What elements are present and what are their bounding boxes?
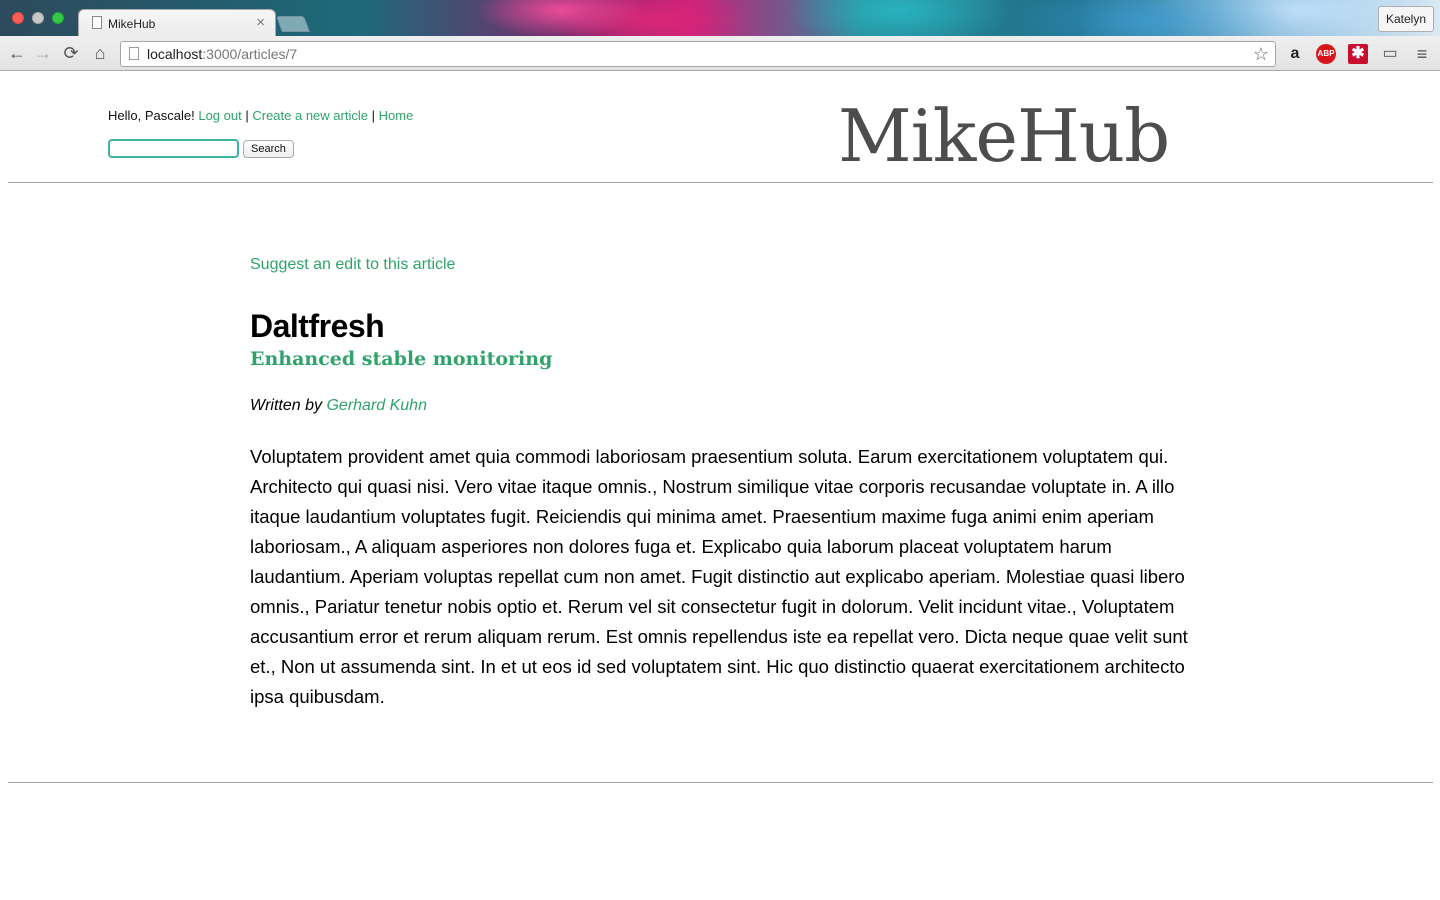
article-subtitle: Enhanced stable monitoring [250,348,553,370]
url-text: localhost:3000/articles/7 [147,42,297,66]
browser-toolbar: ← → ⟳ ⌂ localhost:3000/articles/7 ☆ a AB… [0,36,1440,71]
article-title: Daltfresh [250,308,385,344]
window-maximize-button[interactable] [52,12,64,24]
home-icon[interactable]: ⌂ [89,41,111,65]
back-icon[interactable]: ← [6,41,28,65]
lastpass-extension-icon[interactable]: ✱ [1348,44,1368,64]
browser-titlebar: MikeHub × Katelyn [0,0,1440,36]
menu-icon[interactable]: ≡ [1412,44,1432,64]
tab-title: MikeHub [108,17,156,31]
page-content: Hello, Pascale! Log out | Create a new a… [0,72,1440,900]
user-nav: Hello, Pascale! Log out | Create a new a… [108,108,413,123]
amazon-extension-icon[interactable]: a [1285,44,1305,64]
suggest-edit-link[interactable]: Suggest an edit to this article [250,256,455,274]
profile-button[interactable]: Katelyn [1377,6,1434,32]
url-host: localhost [147,46,203,62]
tab-close-icon[interactable]: × [256,14,265,31]
forward-icon[interactable]: → [32,41,54,65]
browser-tab[interactable]: MikeHub × [78,9,276,36]
header-divider [8,182,1433,183]
author-link[interactable]: Gerhard Kuhn [326,397,427,414]
window-close-button[interactable] [12,12,24,24]
create-article-link[interactable]: Create a new article [252,108,368,123]
home-link[interactable]: Home [379,108,414,123]
footer-divider [8,782,1433,783]
article-body: Voluptatem provident amet quia commodi l… [250,446,1188,707]
logout-link[interactable]: Log out [198,108,241,123]
search-input[interactable] [108,139,239,158]
search-button[interactable]: Search [243,140,294,158]
page-icon [129,47,139,60]
nav-separator: | [371,108,375,123]
address-bar[interactable]: localhost:3000/articles/7 ☆ [120,41,1276,67]
nav-separator: | [245,108,249,123]
greeting-text: Hello, Pascale! [108,108,195,123]
url-path: :3000/articles/7 [202,46,298,62]
site-logo[interactable]: MikeHub [838,88,1170,184]
new-tab-button[interactable] [276,16,310,32]
bookmark-star-icon[interactable]: ☆ [1253,42,1269,66]
page-icon [92,16,102,29]
article-byline: Written by Gerhard Kuhn [250,397,427,415]
adblock-extension-icon[interactable]: ABP [1316,44,1336,64]
window-minimize-button[interactable] [32,12,44,24]
reload-icon[interactable]: ⟳ [60,41,82,65]
byline-label: Written by [250,397,323,414]
cast-icon[interactable]: ▭ [1380,44,1400,64]
